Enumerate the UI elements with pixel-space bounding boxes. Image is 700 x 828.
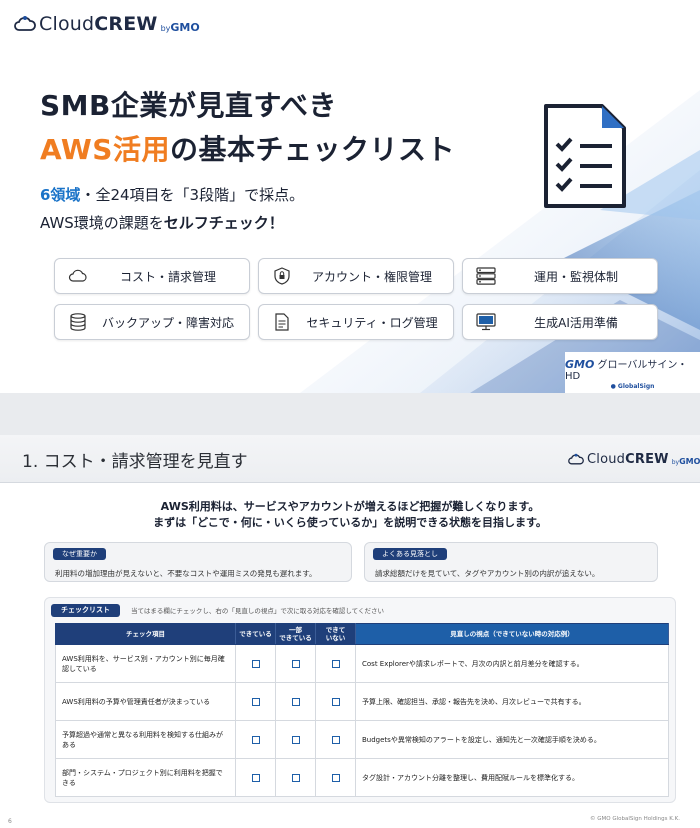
lead-text: AWS利用料は、サービスやアカウントが増えるほど把握が難しくなります。 まずは「… — [153, 500, 547, 529]
chip-security: セキュリティ・ログ管理 — [258, 304, 454, 340]
logo-wordmark: CloudCREW — [39, 13, 158, 35]
header-done: できている — [235, 623, 276, 645]
why-important-box: なぜ重要か 利用料の増加理由が見えないと、不要なコストや運用ミスの発見も遅れます… — [44, 542, 352, 582]
row-perspective: Budgetsや異常検知のアラートを設定し、通知先と一次確認手順を決める。 — [355, 720, 669, 759]
checklist-panel: チェックリスト 当てはまる欄にチェックし、右の「見直しの視点」で次に取る対応を確… — [44, 597, 676, 803]
header-item: チェック項目 — [55, 623, 236, 645]
checkbox-done[interactable] — [251, 659, 260, 668]
checklist-note: 当てはまる欄にチェックし、右の「見直しの視点」で次に取る対応を確認してください — [131, 607, 384, 615]
slide-title: 1. コスト・請求管理を見直す — [22, 452, 248, 472]
table-row: 予算超過や通常と異なる利用料を検知する仕組みがある Budgetsや異常検知のア… — [55, 720, 669, 759]
chip-genai: 生成AI活用準備 — [462, 304, 658, 340]
header-not-done: できて いない — [315, 623, 356, 645]
copyright: © GMO GlobalSign Holdings K.K. — [590, 816, 680, 822]
checkbox-done[interactable] — [251, 773, 260, 782]
cover-title-line1: SMB企業が見直すべき — [40, 89, 337, 122]
checkbox-not-done[interactable] — [331, 735, 340, 744]
checkbox-partial[interactable] — [291, 697, 300, 706]
pitfall-tag: よくある見落とし — [373, 548, 447, 560]
chip-operations: 運用・監視体制 — [462, 258, 658, 294]
checklist-document-icon — [544, 104, 626, 208]
checkbox-partial[interactable] — [291, 773, 300, 782]
pitfall-box: よくある見落とし 請求総額だけを見ていて、タグやアカウント別の内訳が追えない。 — [364, 542, 658, 582]
cloudcrew-logo: CloudCREW byGMO — [14, 13, 200, 35]
checkbox-done[interactable] — [251, 735, 260, 744]
cover-title-line2: AWS活用の基本チェックリスト — [40, 133, 455, 166]
row-perspective: 予算上限、確認担当、承認・報告先を決め、月次レビューで共有する。 — [355, 682, 669, 721]
cloudcrew-logo-small: CloudCREW byGMO — [568, 452, 700, 467]
server-icon — [475, 266, 497, 286]
cover-subtitle-1: 6領域・全24項目を「3段階」で採点。 — [40, 186, 305, 204]
document-icon — [271, 312, 293, 332]
row-item: AWS利用料の予算や管理責任者が決まっている — [55, 682, 236, 721]
row-item: AWS利用料を、サービス別・アカウント別に毎月確認している — [55, 644, 236, 683]
logo-by-gmo: byGMO — [160, 20, 200, 34]
row-item: 予算超過や通常と異なる利用料を検知する仕組みがある — [55, 720, 236, 759]
chip-account: アカウント・権限管理 — [258, 258, 454, 294]
cloud-logo-icon — [568, 453, 584, 465]
title-highlight: AWS活用 — [40, 133, 170, 166]
table-row: 部門・システム・プロジェクト別に利用料を把握できる タグ設計・アカウント分離を整… — [55, 758, 669, 797]
checklist-table: チェック項目 できている 一部 できている できて いない 見直しの視点（できていな… — [55, 623, 669, 797]
page-number: 6 — [8, 818, 12, 825]
header-partial: 一部 できている — [275, 623, 316, 645]
row-perspective: タグ設計・アカウント分離を整理し、費用配賦ルールを標準化する。 — [355, 758, 669, 797]
checkbox-done[interactable] — [251, 697, 260, 706]
cover-slide: CloudCREW byGMO SMB企業が見直すべき AWS活用の基本チェック… — [0, 0, 700, 393]
monitor-icon — [475, 312, 497, 332]
cover-subtitle-2: AWS環境の課題をセルフチェック！ — [40, 214, 284, 232]
database-icon — [67, 312, 89, 332]
row-perspective: Cost Explorerや請求レポートで、月次の内訳と前月差分を確認する。 — [355, 644, 669, 683]
checkbox-not-done[interactable] — [331, 659, 340, 668]
table-header-row: チェック項目 できている 一部 できている できて いない 見直しの視点（できていな… — [55, 623, 669, 645]
cloud-icon — [67, 266, 89, 286]
why-text: 利用料の増加理由が見えないと、不要なコストや運用ミスの発見も遅れます。 — [55, 569, 317, 578]
header-perspective: 見直しの視点（できていない時の対応例） — [355, 623, 669, 645]
cloud-logo-icon — [14, 16, 36, 31]
gmo-globalsign-badge: GMO グローバルサイン・HD ● GlobalSign — [565, 352, 700, 393]
cost-slide: 1. コスト・請求管理を見直す CloudCREW byGMO AWS利用料は、… — [0, 435, 700, 828]
shield-lock-icon — [271, 266, 293, 286]
chip-backup: バックアップ・障害対応 — [54, 304, 250, 340]
checklist-tag: チェックリスト — [51, 604, 120, 617]
checkbox-not-done[interactable] — [331, 773, 340, 782]
checkbox-not-done[interactable] — [331, 697, 340, 706]
table-row: AWS利用料の予算や管理責任者が決まっている 予算上限、確認担当、承認・報告先を… — [55, 682, 669, 721]
checkbox-partial[interactable] — [291, 659, 300, 668]
row-item: 部門・システム・プロジェクト別に利用料を把握できる — [55, 758, 236, 797]
table-row: AWS利用料を、サービス別・アカウント別に毎月確認している Cost Explo… — [55, 644, 669, 683]
chip-cost: コスト・請求管理 — [54, 258, 250, 294]
pitfall-text: 請求総額だけを見ていて、タグやアカウント別の内訳が追えない。 — [375, 569, 600, 578]
why-tag: なぜ重要か — [53, 548, 106, 560]
category-chips: コスト・請求管理 アカウント・権限管理 運用・監視体制 バックアップ・障害対応 … — [54, 258, 658, 340]
checkbox-partial[interactable] — [291, 735, 300, 744]
